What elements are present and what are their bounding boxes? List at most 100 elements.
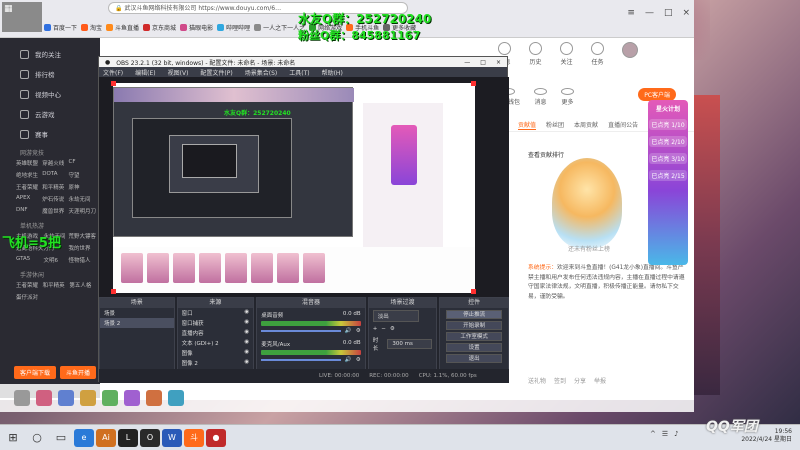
- game-link[interactable]: 第五人格: [69, 281, 96, 289]
- source-item[interactable]: 窗口 ◉: [178, 308, 254, 318]
- gift-icon[interactable]: [146, 390, 162, 406]
- header-icon-history[interactable]: 历史: [529, 42, 542, 66]
- gift-icon[interactable]: [102, 390, 118, 406]
- game-link[interactable]: 炉石传说: [42, 195, 68, 203]
- menu-scene-collection[interactable]: 场景集合(S): [245, 68, 278, 77]
- selection-handle[interactable]: [111, 289, 116, 294]
- gift-icon[interactable]: [36, 390, 52, 406]
- menu-edit[interactable]: 编辑(E): [135, 68, 155, 77]
- menu-icon[interactable]: ≡: [627, 8, 635, 18]
- game-link[interactable]: DNF: [16, 207, 42, 215]
- menu-help[interactable]: 帮助(H): [322, 68, 343, 77]
- game-link[interactable]: 永劫无间: [68, 195, 96, 203]
- game-link[interactable]: 和平精英: [42, 183, 68, 191]
- settings-button[interactable]: 设置: [446, 343, 502, 352]
- eye-icon[interactable]: ◉: [244, 349, 249, 357]
- promo-banner[interactable]: 星火计划 已点亮 1/10 已点亮 2/10 已点亮 3/10 已点亮 2/15: [648, 100, 688, 265]
- menu-tools[interactable]: 工具(T): [289, 68, 309, 77]
- scene-item[interactable]: 场景 2: [100, 318, 174, 328]
- bookmark-item[interactable]: 淘宝: [81, 23, 102, 32]
- menu-view[interactable]: 视图(V): [168, 68, 189, 77]
- game-link[interactable]: 荒野大镖客: [68, 232, 96, 240]
- taskbar-clock[interactable]: 19:56 2022/4/24 星期日: [741, 428, 792, 444]
- source-item[interactable]: 图像 2 ◉: [178, 358, 254, 368]
- start-recording-button[interactable]: 开始录制: [446, 321, 502, 330]
- obs-preview-area[interactable]: 水友Q群：252720240: [99, 77, 509, 297]
- close-icon[interactable]: ×: [682, 8, 690, 18]
- game-link[interactable]: GTA5: [16, 256, 44, 264]
- search-icon[interactable]: ○: [26, 427, 48, 449]
- sidebar-item-rank[interactable]: 排行榜: [0, 64, 100, 84]
- source-item[interactable]: 窗口捕获 ◉: [178, 318, 254, 328]
- start-stream-button[interactable]: 斗鱼开播: [60, 366, 97, 379]
- taskbar-app-douyu[interactable]: 斗: [184, 428, 204, 447]
- avatar[interactable]: [622, 42, 638, 66]
- tab-week[interactable]: 本周贡献: [574, 120, 598, 129]
- add-icon[interactable]: +: [373, 326, 378, 332]
- source-item[interactable]: 文本 (GDI+) 2 ◉: [178, 338, 254, 348]
- bookmark-item[interactable]: 斗鱼直播: [106, 23, 139, 32]
- studio-mode-button[interactable]: 工作室模式: [446, 332, 502, 341]
- volume-slider[interactable]: [261, 359, 341, 361]
- taskbar-app-l[interactable]: L: [118, 428, 138, 447]
- menu-profile[interactable]: 配置文件(P): [200, 68, 232, 77]
- minimize-icon[interactable]: —: [464, 59, 470, 66]
- gear-icon[interactable]: ⚙: [390, 326, 395, 332]
- maximize-icon[interactable]: □: [664, 8, 673, 18]
- close-icon[interactable]: ×: [496, 59, 501, 66]
- game-link[interactable]: APEX: [16, 195, 42, 203]
- game-link[interactable]: 原神: [68, 183, 96, 191]
- gift-icon[interactable]: [58, 390, 74, 406]
- tab-fans[interactable]: 粉丝团: [546, 120, 564, 129]
- sidebar-item-follow[interactable]: 我的关注: [0, 44, 100, 64]
- toolbar-message[interactable]: 消息: [534, 88, 548, 106]
- toolbar-more[interactable]: 更多: [561, 88, 575, 106]
- bookmark-item[interactable]: 猫眼电影: [180, 23, 213, 32]
- eye-icon[interactable]: ◉: [244, 359, 249, 367]
- game-link[interactable]: 和平精英: [43, 281, 70, 289]
- game-link[interactable]: 王者荣耀: [16, 281, 43, 289]
- maximize-icon[interactable]: □: [480, 59, 486, 66]
- eye-icon[interactable]: ◉: [244, 319, 249, 327]
- bookmark-item[interactable]: 哔哩哔哩: [217, 23, 250, 32]
- windows-start-icon[interactable]: ⊞: [2, 427, 24, 449]
- network-icon[interactable]: ☰: [662, 430, 668, 438]
- eye-icon[interactable]: ◉: [244, 309, 249, 317]
- gear-icon[interactable]: ⚙: [356, 328, 361, 334]
- game-link[interactable]: 王者荣耀: [16, 183, 42, 191]
- remove-icon[interactable]: −: [381, 326, 386, 332]
- header-icon-task[interactable]: 任务: [591, 42, 604, 66]
- rank-link[interactable]: 查看贡献排行: [528, 150, 564, 159]
- tab-contribution[interactable]: 贡献值: [518, 120, 537, 130]
- game-link[interactable]: DOTA: [42, 171, 68, 179]
- game-link[interactable]: 绝地求生: [16, 171, 42, 179]
- taskbar-app-word[interactable]: W: [162, 428, 182, 447]
- eye-icon[interactable]: ◉: [244, 339, 249, 347]
- header-icon-follow[interactable]: 关注: [560, 42, 573, 66]
- minimize-icon[interactable]: —: [645, 8, 654, 18]
- duration-input[interactable]: 300 ms: [387, 339, 433, 349]
- game-link[interactable]: 怪物猎人: [68, 256, 96, 264]
- menu-file[interactable]: 文件(F): [103, 68, 123, 77]
- taskbar-app-browser[interactable]: e: [74, 428, 94, 447]
- tab-notice[interactable]: 直播间公告: [608, 120, 638, 129]
- game-link[interactable]: 守望: [68, 171, 96, 179]
- game-link[interactable]: CF: [68, 159, 96, 167]
- speaker-icon[interactable]: ♪: [674, 430, 678, 438]
- scene-item[interactable]: 场景: [100, 308, 174, 318]
- game-link[interactable]: 魔兽世界: [42, 207, 68, 215]
- obs-preview-canvas[interactable]: 水友Q群：252720240: [113, 83, 475, 293]
- chevron-up-icon[interactable]: ^: [650, 430, 656, 438]
- download-client-button[interactable]: 客户端下载: [14, 366, 57, 379]
- sidebar-item-video[interactable]: 视频中心: [0, 84, 100, 104]
- game-link[interactable]: 文明6: [44, 256, 69, 264]
- taskbar-app-illustrator[interactable]: Ai: [96, 428, 116, 447]
- selection-handle[interactable]: [471, 289, 476, 294]
- gift-icon[interactable]: [168, 390, 184, 406]
- eye-icon[interactable]: ◉: [244, 329, 249, 337]
- gift-icon[interactable]: [80, 390, 96, 406]
- sidebar-item-esports[interactable]: 赛事: [0, 124, 100, 144]
- transition-select[interactable]: 淡出: [372, 310, 419, 322]
- selection-handle[interactable]: [111, 81, 116, 86]
- taskbar-app-red[interactable]: ●: [206, 428, 226, 447]
